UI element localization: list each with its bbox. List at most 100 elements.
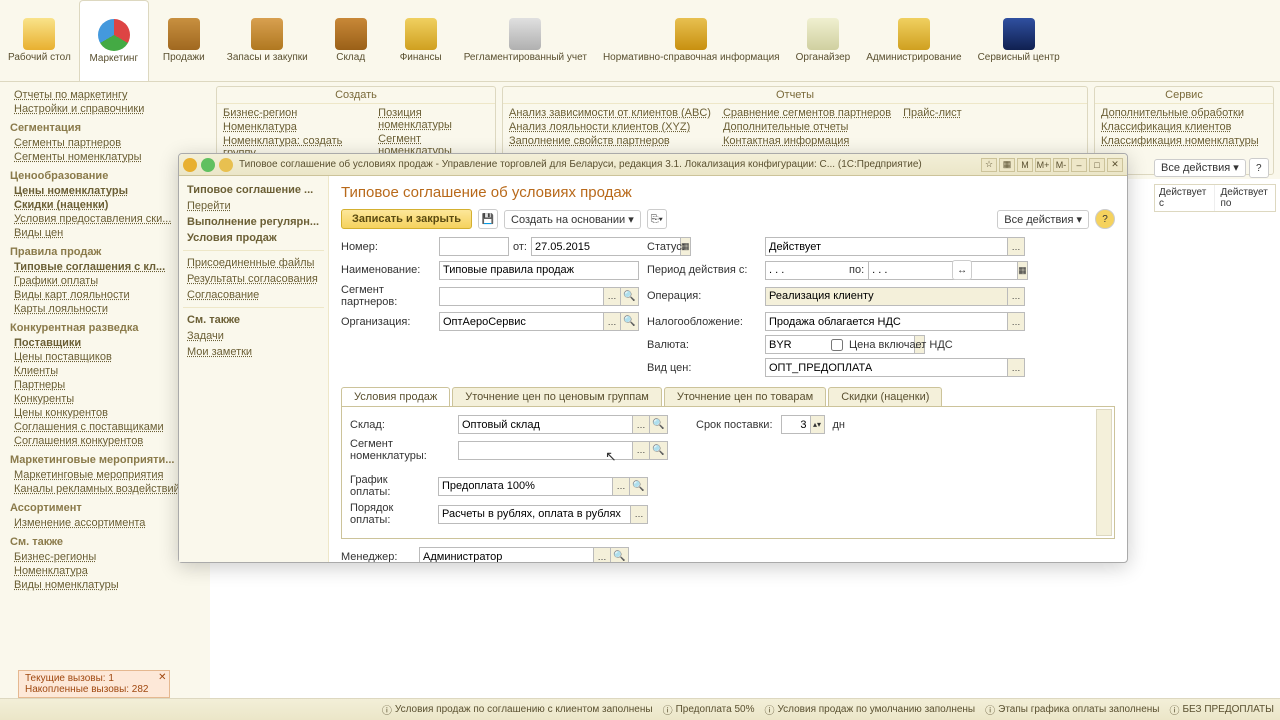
picker-icon[interactable]: … xyxy=(593,547,611,562)
vat-checkbox[interactable] xyxy=(831,339,843,351)
fav-icon[interactable] xyxy=(219,158,233,172)
tax-input[interactable] xyxy=(765,312,1007,331)
ribbon-refinfo[interactable]: Нормативно-справочная информация xyxy=(595,0,788,81)
sidebar-link[interactable]: Конкуренты xyxy=(4,392,206,406)
win-btn[interactable]: ▦ xyxy=(999,158,1015,172)
modal-nav-link[interactable]: Условия продаж xyxy=(183,230,324,246)
win-btn[interactable]: M- xyxy=(1053,158,1069,172)
search-icon[interactable]: 🔍 xyxy=(650,441,668,460)
sidebar-link[interactable]: Настройки и справочники xyxy=(4,102,206,116)
picker-icon[interactable]: … xyxy=(1007,312,1025,331)
sidebar-link[interactable]: Виды цен xyxy=(4,226,206,240)
tab[interactable]: Уточнение цен по ценовым группам xyxy=(452,387,662,406)
calendar-icon[interactable]: ▦ xyxy=(1017,261,1028,280)
oper-input[interactable] xyxy=(765,287,1007,306)
modal-nav-link[interactable]: Присоединенные файлы xyxy=(183,255,324,271)
win-btn[interactable]: M+ xyxy=(1035,158,1051,172)
sidebar-link[interactable]: Цены номенклатуры xyxy=(4,184,206,198)
spinner-btn[interactable]: ▴▾ xyxy=(811,415,825,434)
panel-link[interactable]: Контактная информация xyxy=(723,134,891,148)
modal-nav-link[interactable]: Мои заметки xyxy=(183,344,324,360)
panel-link[interactable]: Дополнительные обработки xyxy=(1101,106,1267,120)
swap-icon[interactable]: ↔ xyxy=(952,260,972,280)
ribbon-stock[interactable]: Запасы и закупки xyxy=(219,0,316,81)
picker-icon[interactable]: … xyxy=(632,441,650,460)
sidebar-link[interactable]: Сегменты партнеров xyxy=(4,136,206,150)
create-on-button[interactable]: Создать на основании ▾ xyxy=(504,210,641,229)
toolbar-icon[interactable]: ⎘▾ xyxy=(647,209,667,229)
ribbon-admin[interactable]: Администрирование xyxy=(858,0,969,81)
tab[interactable]: Уточнение цен по товарам xyxy=(664,387,826,406)
wh-input[interactable] xyxy=(458,415,632,434)
picker-icon[interactable]: … xyxy=(603,312,621,331)
all-actions-button[interactable]: Все действия ▾ xyxy=(1154,159,1246,177)
modal-nav-link[interactable]: Результаты согласования xyxy=(183,271,324,287)
ribbon-regaccount[interactable]: Регламентированный учет xyxy=(456,0,595,81)
ribbon-finance[interactable]: Финансы xyxy=(386,0,456,81)
ribbon-desktop[interactable]: Рабочий стол xyxy=(0,0,79,81)
ribbon-marketing[interactable]: Маркетинг xyxy=(79,0,149,81)
panel-link[interactable]: Заполнение свойств партнеров xyxy=(509,134,711,148)
save-close-button[interactable]: Записать и закрыть xyxy=(341,209,472,229)
search-icon[interactable]: 🔍 xyxy=(650,415,668,434)
sidebar-link[interactable]: Скидки (наценки) xyxy=(4,198,206,212)
picker-icon[interactable]: … xyxy=(1007,358,1025,377)
ribbon-organizer[interactable]: Органайзер xyxy=(788,0,859,81)
sidebar-link[interactable]: Цены поставщиков xyxy=(4,350,206,364)
paysch-input[interactable] xyxy=(438,477,612,496)
sidebar-link[interactable]: Виды карт лояльности xyxy=(4,288,206,302)
search-icon[interactable]: 🔍 xyxy=(621,287,639,306)
win-btn[interactable]: ☆ xyxy=(981,158,997,172)
segnom-input[interactable] xyxy=(458,441,632,460)
modal-nav-link[interactable]: Согласование xyxy=(183,287,324,303)
panel-link[interactable]: Дополнительные отчеты xyxy=(723,120,891,134)
picker-icon[interactable]: … xyxy=(630,505,648,524)
panel-link[interactable]: Номенклатура xyxy=(223,120,366,134)
period-to-input[interactable] xyxy=(868,261,1017,280)
sidebar-link[interactable]: Соглашения конкурентов xyxy=(4,434,206,448)
sidebar-link[interactable]: Виды номенклатуры xyxy=(4,578,206,592)
mgr-input[interactable] xyxy=(419,547,593,562)
modal-nav-link[interactable]: См. также xyxy=(183,312,324,328)
sidebar-link[interactable]: Соглашения с поставщиками xyxy=(4,420,206,434)
ribbon-warehouse[interactable]: Склад xyxy=(316,0,386,81)
panel-link[interactable]: Классификация номенклатуры xyxy=(1101,134,1267,148)
all-actions-button[interactable]: Все действия ▾ xyxy=(997,210,1089,229)
panel-link[interactable]: Анализ зависимости от клиентов (ABC) xyxy=(509,106,711,120)
search-icon[interactable]: 🔍 xyxy=(630,477,648,496)
search-icon[interactable]: 🔍 xyxy=(611,547,629,562)
sidebar-link[interactable]: Каналы рекламных воздействий xyxy=(4,482,206,496)
modal-nav-link[interactable]: Типовое соглашение ... xyxy=(183,182,324,198)
picker-icon[interactable]: … xyxy=(612,477,630,496)
save-icon[interactable]: 💾 xyxy=(478,209,498,229)
status-input[interactable] xyxy=(765,237,1007,256)
panel-link[interactable]: Анализ лояльности клиентов (XYZ) xyxy=(509,120,711,134)
sidebar-link[interactable]: Сегменты номенклатуры xyxy=(4,150,206,164)
ribbon-service[interactable]: Сервисный центр xyxy=(970,0,1068,81)
picker-icon[interactable]: … xyxy=(603,287,621,306)
segpart-input[interactable] xyxy=(439,287,603,306)
sidebar-link[interactable]: Бизнес-регионы xyxy=(4,550,206,564)
picker-icon[interactable]: … xyxy=(1007,237,1025,256)
back-icon[interactable] xyxy=(201,158,215,172)
win-btn[interactable]: M xyxy=(1017,158,1033,172)
tab[interactable]: Скидки (наценки) xyxy=(828,387,942,406)
modal-nav-link[interactable]: Перейти xyxy=(183,198,324,214)
panel-link[interactable]: Прайс-лист xyxy=(903,106,962,120)
minimize-icon[interactable]: – xyxy=(1071,158,1087,172)
modal-nav-link[interactable]: Выполнение регулярн... xyxy=(183,214,324,230)
pricetype-input[interactable] xyxy=(765,358,1007,377)
name-input[interactable] xyxy=(439,261,639,280)
maximize-icon[interactable]: □ xyxy=(1089,158,1105,172)
modal-nav-link[interactable]: Задачи xyxy=(183,328,324,344)
close-icon[interactable]: ✕ xyxy=(158,672,166,683)
sidebar-link[interactable]: Маркетинговые мероприятия xyxy=(4,468,206,482)
sidebar-link[interactable]: Партнеры xyxy=(4,378,206,392)
lead-input[interactable] xyxy=(781,415,811,434)
help-icon[interactable]: ? xyxy=(1095,209,1115,229)
sidebar-link[interactable]: Клиенты xyxy=(4,364,206,378)
sidebar-link[interactable]: Поставщики xyxy=(4,336,206,350)
ribbon-sales[interactable]: Продажи xyxy=(149,0,219,81)
sidebar-link[interactable]: Карты лояльности xyxy=(4,302,206,316)
picker-icon[interactable]: … xyxy=(632,415,650,434)
